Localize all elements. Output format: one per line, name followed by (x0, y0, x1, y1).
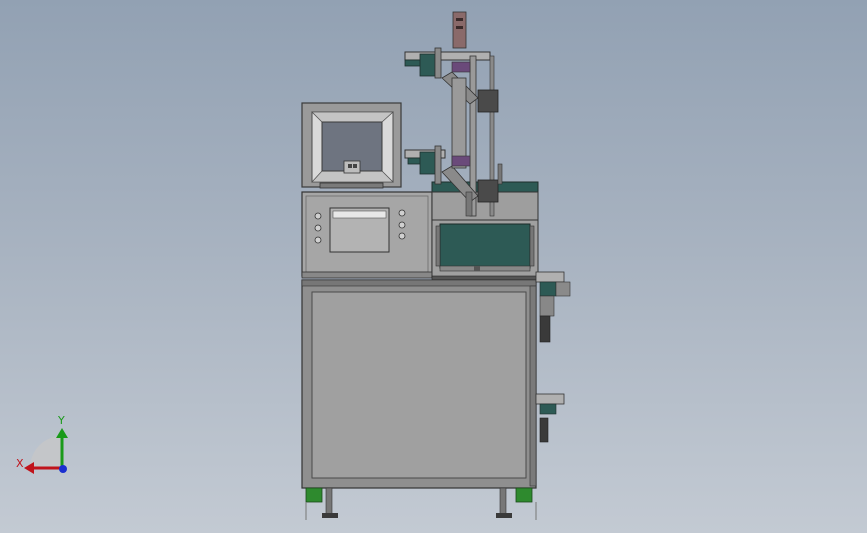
lower-cabinet[interactable] (301, 279, 537, 489)
cabinet-door (311, 291, 527, 479)
machine-model[interactable] (0, 0, 867, 533)
axis-triad[interactable] (24, 428, 68, 474)
green-window (439, 223, 531, 269)
left-button-column[interactable] (314, 212, 322, 244)
control-cabinet[interactable] (301, 191, 433, 279)
monitor[interactable] (301, 102, 402, 189)
side-units[interactable] (535, 271, 571, 443)
top-cylinder (452, 11, 467, 49)
machine-feet (305, 487, 537, 520)
right-button-column[interactable] (398, 209, 406, 240)
monitor-stand (319, 182, 384, 189)
cad-3d-viewport[interactable]: X Y (0, 0, 867, 533)
lower-gripper (477, 179, 499, 203)
x-axis-label: X (16, 457, 24, 470)
z-axis-dot (59, 465, 67, 473)
y-axis-label: Y (58, 414, 65, 427)
upper-gripper (477, 89, 499, 113)
